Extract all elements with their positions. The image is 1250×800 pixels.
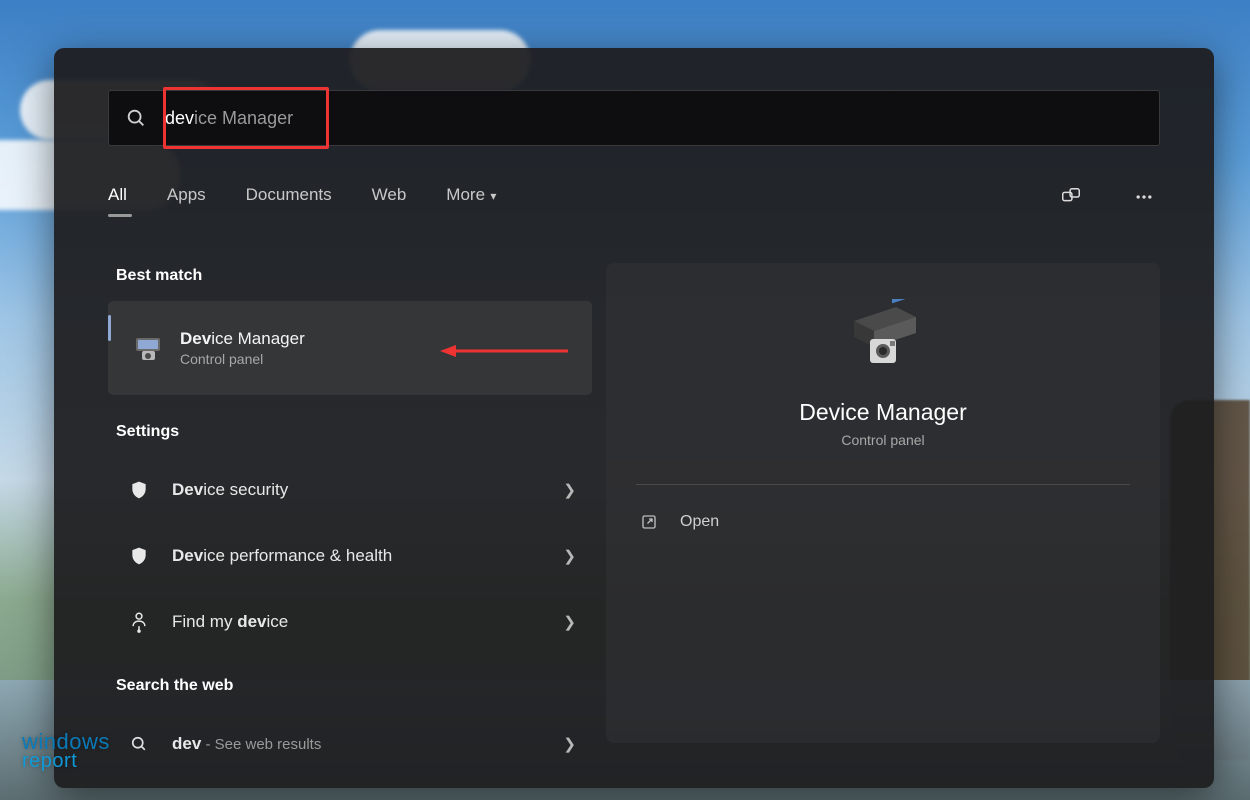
settings-item-label: Device performance & health — [172, 546, 563, 566]
settings-item-find-my-device[interactable]: Find my device ❯ — [108, 589, 592, 655]
search-query-text: device Manager — [165, 108, 293, 129]
device-manager-icon — [132, 332, 164, 364]
shield-icon — [126, 546, 152, 566]
tab-documents[interactable]: Documents — [246, 185, 332, 215]
person-pin-icon — [126, 611, 152, 633]
feedback-icon[interactable] — [1054, 180, 1088, 219]
annotation-arrow — [440, 341, 570, 361]
open-icon — [640, 513, 658, 531]
best-match-result[interactable]: Device Manager Control panel — [108, 301, 592, 395]
preview-pane: Device Manager Control panel Open — [606, 263, 1160, 743]
section-settings: Settings — [116, 423, 592, 441]
settings-item-device-security[interactable]: Device security ❯ — [108, 457, 592, 523]
chevron-right-icon: ❯ — [563, 613, 576, 631]
search-input-container[interactable]: device Manager — [108, 90, 1160, 146]
search-icon — [125, 107, 147, 129]
shield-icon — [126, 480, 152, 500]
settings-item-label: Device security — [172, 480, 563, 500]
preview-subtitle: Control panel — [636, 432, 1130, 448]
open-action[interactable]: Open — [636, 507, 1130, 537]
best-match-subtitle: Control panel — [180, 351, 305, 367]
web-search-result[interactable]: dev - See web results ❯ — [108, 711, 592, 777]
search-icon — [126, 734, 152, 754]
divider — [636, 484, 1130, 485]
filter-tabs: All Apps Documents Web More ▾ — [108, 180, 1160, 219]
best-match-title: Device Manager — [180, 329, 305, 349]
tab-more[interactable]: More ▾ — [446, 185, 496, 215]
tab-all[interactable]: All — [108, 185, 127, 215]
chevron-right-icon: ❯ — [563, 481, 576, 499]
section-search-web: Search the web — [116, 677, 592, 695]
results-column: Best match Device Manager Control panel … — [108, 263, 592, 777]
open-label: Open — [680, 513, 719, 531]
search-panel: device Manager All Apps Documents Web Mo… — [54, 48, 1214, 788]
more-options-icon[interactable] — [1128, 181, 1160, 218]
chevron-right-icon: ❯ — [563, 547, 576, 565]
settings-item-label: Find my device — [172, 612, 563, 632]
chevron-down-icon: ▾ — [487, 189, 496, 203]
preview-title: Device Manager — [636, 399, 1130, 426]
settings-item-device-performance[interactable]: Device performance & health ❯ — [108, 523, 592, 589]
chevron-right-icon: ❯ — [563, 735, 576, 753]
watermark: windows report — [22, 732, 110, 770]
tab-web[interactable]: Web — [372, 185, 407, 215]
tab-apps[interactable]: Apps — [167, 185, 206, 215]
section-best-match: Best match — [116, 267, 592, 285]
preview-app-icon — [636, 299, 1130, 371]
web-search-label: dev - See web results — [172, 734, 563, 754]
